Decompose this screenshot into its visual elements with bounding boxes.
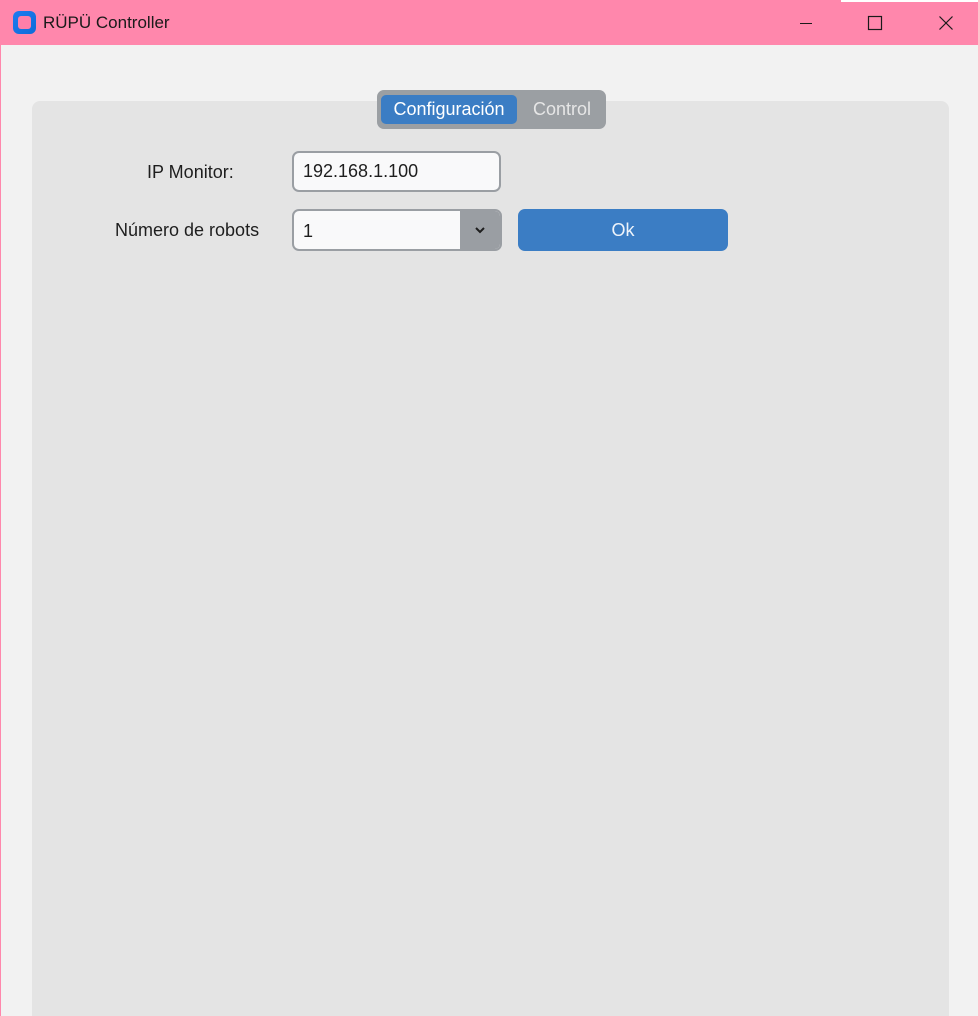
ip-monitor-input[interactable] [292,151,501,192]
tab-bar: Configuración Control [377,90,606,129]
maximize-button[interactable] [852,0,898,45]
tab-control[interactable]: Control [521,95,603,124]
close-icon [939,15,953,30]
tab-configuracion[interactable]: Configuración [381,95,517,124]
robot-count-label: Número de robots [115,220,260,240]
ip-monitor-label: IP Monitor: [147,162,234,182]
chevron-down-icon [475,227,485,234]
minimize-icon [800,22,812,24]
app-window: RÜPÜ Controller Configuración Control IP… [0,0,978,1016]
maximize-icon [867,15,883,30]
robot-count-value: 1 [303,221,314,241]
minimize-button[interactable] [783,0,829,45]
robot-count-select[interactable]: 1 [292,209,502,251]
app-icon [13,11,36,34]
ok-button[interactable]: Ok [518,209,728,251]
close-button[interactable] [923,0,969,45]
window-title: RÜPÜ Controller [43,13,170,32]
dropdown-arrow-button[interactable] [460,211,500,249]
title-bar[interactable]: RÜPÜ Controller [1,0,978,45]
